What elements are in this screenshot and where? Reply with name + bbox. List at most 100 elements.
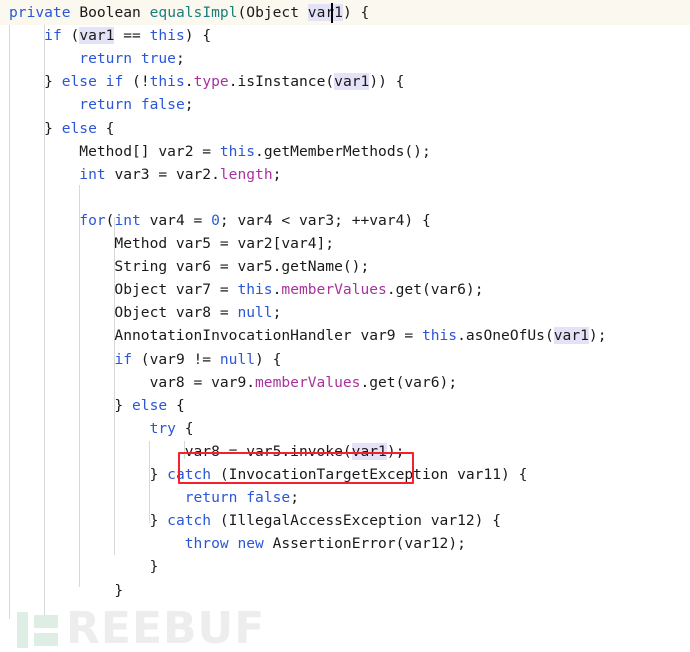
code-line[interactable]: int var3 = var2.length; — [9, 163, 281, 186]
code-token: int — [114, 211, 141, 229]
highlighted-token: var1 — [79, 27, 115, 45]
code-token: Method[] var2 = — [9, 142, 220, 160]
code-line[interactable]: return false; — [9, 486, 299, 509]
code-token: ; var4 < var3; ++var4) { — [219, 211, 431, 229]
code-token: catch — [167, 512, 212, 530]
code-line[interactable]: Object var7 = this.memberValues.get(var6… — [9, 278, 484, 301]
code-token: . — [184, 73, 194, 91]
code-line[interactable]: } — [9, 555, 159, 578]
code-line[interactable]: } else { — [9, 117, 114, 140]
code-line[interactable]: return true; — [9, 47, 184, 70]
code-token: if — [105, 73, 124, 91]
code-token: } — [9, 396, 133, 414]
code-token: AssertionError(var12); — [263, 535, 466, 553]
code-token: ) { — [342, 4, 370, 21]
code-token: (IllegalAccessException var12) { — [211, 512, 502, 530]
code-token: type — [193, 73, 229, 91]
code-line[interactable]: AnnotationInvocationHandler var9 = this.… — [9, 324, 607, 347]
code-token: new — [237, 535, 264, 553]
code-line[interactable]: Method var5 = var2[var4]; — [9, 232, 334, 255]
code-line[interactable]: } else if (!this.type.isInstance(var1)) … — [9, 70, 404, 93]
code-token: null — [219, 350, 256, 368]
code-token: memberValues — [255, 373, 361, 391]
code-token: return — [79, 96, 133, 114]
code-token: Object var8 = — [9, 304, 238, 322]
code-line[interactable]: String var6 = var5.getName(); — [9, 255, 369, 278]
code-token: ) { — [255, 350, 282, 368]
code-token: { — [167, 396, 185, 414]
code-token: this — [149, 27, 185, 45]
code-line[interactable]: try { — [9, 417, 194, 440]
code-token: false — [246, 489, 291, 507]
code-token: } — [9, 558, 159, 576]
code-token: Method var5 = var2[var4]; — [9, 235, 335, 252]
code-line[interactable]: } catch (IllegalAccessException var12) { — [9, 509, 501, 532]
code-editor-viewport[interactable]: private Boolean equalsImpl(Object var1) … — [0, 0, 690, 652]
code-token: for — [79, 211, 106, 229]
code-token: .get(var6); — [360, 373, 458, 391]
code-token: if — [44, 27, 62, 45]
code-line[interactable]: return false; — [9, 93, 194, 116]
code-token: AnnotationInvocationHandler var9 = — [9, 327, 422, 345]
code-line[interactable]: if (var1 == this) { — [9, 24, 211, 47]
code-token: .isInstance( — [228, 73, 335, 91]
red-annotation-rectangle — [178, 452, 414, 484]
code-token: memberValues — [281, 281, 387, 299]
code-token: (var9 != — [132, 350, 220, 368]
code-token: .asOneOfUs( — [457, 327, 554, 345]
code-token: (Object — [237, 4, 308, 21]
code-content[interactable]: private Boolean equalsImpl(Object var1) … — [0, 0, 690, 652]
code-token: try — [149, 419, 176, 437]
code-token: } — [9, 73, 62, 91]
code-line[interactable]: throw new AssertionError(var12); — [9, 532, 466, 555]
code-line[interactable]: for(int var4 = 0; var4 < var3; ++var4) { — [9, 209, 431, 232]
code-token: this — [149, 73, 185, 91]
code-token: var3 = var2. — [105, 165, 220, 183]
code-token: equalsImpl — [149, 4, 238, 21]
code-token: length — [219, 165, 273, 183]
code-token: .getMemberMethods(); — [255, 142, 431, 160]
code-line[interactable]: Method[] var2 = this.getMemberMethods(); — [9, 140, 431, 163]
code-line[interactable]: if (var9 != null) { — [9, 348, 281, 371]
code-token: return — [79, 50, 133, 68]
code-token: == — [114, 27, 150, 45]
text-caret — [331, 3, 333, 23]
code-token: ; — [290, 489, 299, 507]
code-token: { — [175, 419, 194, 437]
code-token: } — [9, 119, 62, 137]
code-token: null — [237, 304, 273, 322]
code-token: else — [132, 396, 168, 414]
code-token: { — [96, 119, 115, 137]
code-line[interactable]: Object var8 = null; — [9, 301, 281, 324]
code-line[interactable]: } — [9, 579, 123, 602]
highlighted-token: 1 — [334, 4, 343, 21]
code-token: this — [219, 142, 256, 160]
code-token: ( — [61, 27, 80, 45]
code-line[interactable]: } else { — [9, 394, 185, 417]
code-token: ; — [184, 96, 194, 114]
code-line[interactable]: private Boolean equalsImpl(Object var1) … — [9, 1, 369, 24]
code-token: int — [79, 165, 106, 183]
code-token: } — [9, 466, 168, 483]
code-token: } — [9, 512, 168, 530]
code-token: var4 = — [140, 211, 212, 229]
code-token: .get(var6); — [386, 281, 484, 299]
code-token: throw — [184, 535, 229, 553]
code-token: ) { — [184, 27, 212, 45]
highlighted-token: var1 — [334, 73, 370, 91]
code-token: String var6 = var5.getName(); — [9, 258, 370, 276]
code-line[interactable]: var8 = var9.memberValues.get(var6); — [9, 371, 458, 394]
code-token: var8 = var9. — [9, 373, 256, 391]
code-token: (! — [123, 73, 150, 91]
